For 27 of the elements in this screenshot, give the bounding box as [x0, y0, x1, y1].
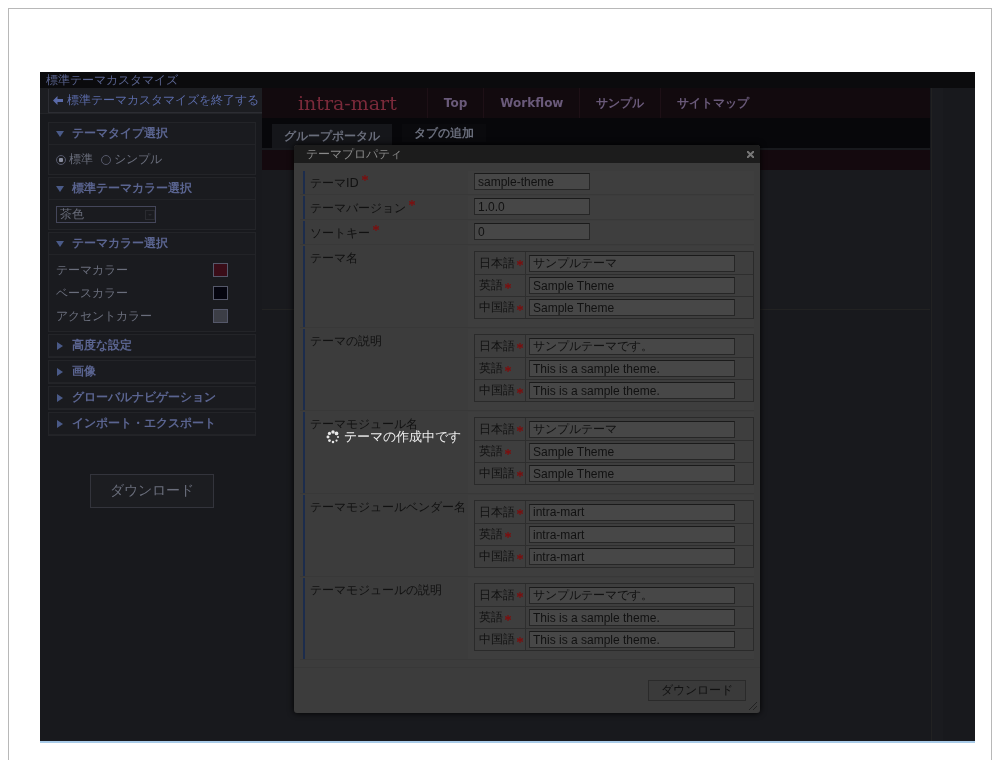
arrow-left-icon — [53, 95, 63, 105]
loading-spinner-icon — [326, 430, 340, 444]
color-label: テーマカラー — [56, 261, 128, 279]
download-button[interactable]: ダウンロード — [90, 474, 214, 508]
radio-label: 標準 — [69, 151, 93, 168]
caret-down-icon — [145, 209, 155, 220]
color-swatch[interactable] — [213, 286, 228, 300]
dialog-title: テーマプロパティ — [306, 145, 402, 163]
loading-message: テーマの作成中です — [344, 429, 461, 446]
accordion-header[interactable]: 画像 — [72, 363, 96, 380]
radio-label: シンプル — [114, 151, 162, 168]
color-swatch[interactable] — [213, 263, 228, 277]
color-swatch[interactable] — [213, 309, 228, 323]
color-select[interactable]: 茶色 — [56, 206, 156, 223]
radio-button[interactable] — [56, 154, 66, 165]
portal-tab[interactable]: グループポータル — [272, 124, 392, 148]
radio-button[interactable] — [101, 154, 111, 165]
color-label: ベースカラー — [56, 284, 128, 302]
accordion-header[interactable]: テーマカラー選択 — [72, 235, 168, 252]
accordion-header[interactable]: 標準テーマカラー選択 — [72, 180, 192, 197]
logo: intra-mart — [297, 92, 398, 114]
window-title: 標準テーマカスタマイズ — [46, 71, 178, 89]
exit-button[interactable]: 標準テーマカスタマイズを終了する — [48, 88, 264, 113]
color-label: アクセントカラー — [56, 307, 152, 325]
accordion-header[interactable]: テーマタイプ選択 — [72, 125, 168, 142]
close-icon[interactable] — [747, 150, 754, 158]
resize-grip-icon[interactable] — [749, 702, 757, 710]
